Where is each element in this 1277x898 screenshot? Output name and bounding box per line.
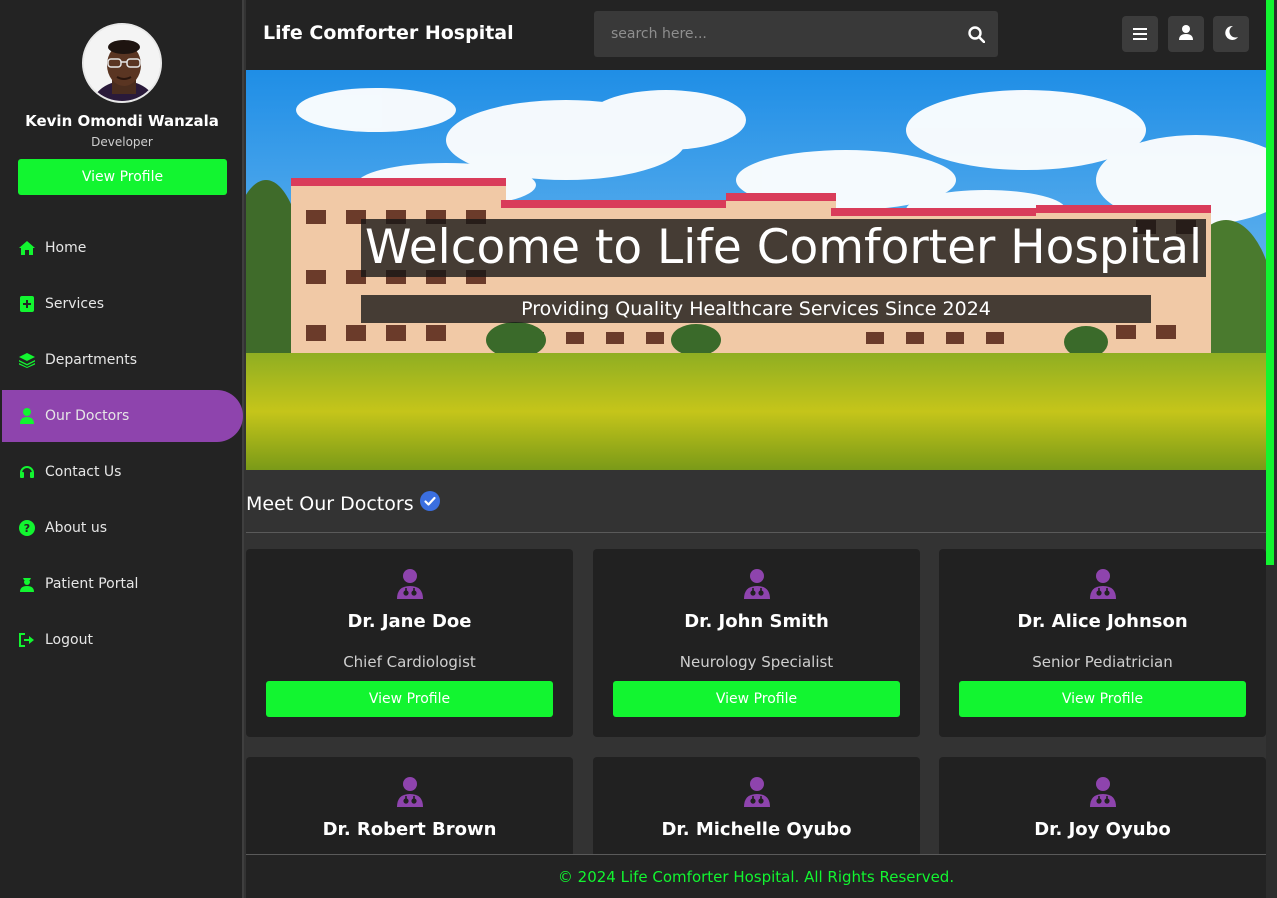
doctor-card: Dr. Alice Johnson Senior Pediatrician Vi… — [939, 549, 1266, 737]
headset-icon — [18, 463, 36, 481]
doctor-icon — [396, 777, 424, 809]
search-icon[interactable] — [966, 24, 986, 44]
scrollbar-thumb[interactable] — [1266, 0, 1274, 565]
sidebar-item-label: Our Doctors — [45, 408, 130, 424]
doctor-name: Dr. Robert Brown — [322, 819, 497, 840]
doctor-role: Senior Pediatrician — [1032, 653, 1173, 671]
verified-icon — [419, 491, 440, 516]
doctor-card: Dr. John Smith Neurology Specialist View… — [593, 549, 920, 737]
footer-text: © 2024 Life Comforter Hospital. All Righ… — [557, 867, 955, 886]
footer: © 2024 Life Comforter Hospital. All Righ… — [246, 854, 1266, 898]
doctor-icon — [396, 569, 424, 601]
section-divider — [246, 532, 1266, 533]
sidebar-item-about-us[interactable]: ? About us — [2, 502, 244, 554]
doctor-icon — [1089, 777, 1117, 809]
search-bar — [594, 11, 998, 57]
search-input[interactable] — [594, 11, 954, 57]
view-profile-button[interactable]: View Profile — [266, 681, 553, 717]
doctor-icon — [743, 569, 771, 601]
sidebar-item-label: Patient Portal — [45, 576, 139, 592]
doctor-icon — [18, 407, 36, 425]
sidebar-item-label: Services — [45, 296, 105, 312]
sidebar-item-label: Contact Us — [45, 464, 122, 480]
logout-icon — [18, 631, 36, 649]
avatar[interactable] — [82, 23, 162, 103]
sidebar-item-label: Logout — [45, 632, 93, 648]
doctor-card: Dr. Michelle Oyubo — [593, 757, 920, 857]
doctor-role: Chief Cardiologist — [343, 653, 476, 671]
user-name: Kevin Omondi Wanzala — [25, 112, 219, 130]
sidebar: Kevin Omondi Wanzala Developer View Prof… — [0, 0, 244, 898]
sidebar-item-logout[interactable]: Logout — [2, 614, 244, 666]
hero-subtitle: Providing Quality Healthcare Services Si… — [361, 295, 1151, 323]
sidebar-item-services[interactable]: Services — [2, 278, 244, 330]
section-title: Meet Our Doctors — [246, 491, 440, 516]
sidebar-item-contact-us[interactable]: Contact Us — [2, 446, 244, 498]
sidebar-item-our-doctors[interactable]: Our Doctors — [2, 390, 243, 442]
sidebar-item-departments[interactable]: Departments — [2, 334, 244, 386]
sidebar-item-patient-portal[interactable]: Patient Portal — [2, 558, 244, 610]
view-profile-button[interactable]: View Profile — [18, 159, 227, 195]
menu-toggle-button[interactable] — [1122, 16, 1158, 52]
user-nurse-icon — [18, 575, 36, 593]
moon-icon — [1224, 25, 1238, 44]
hero-banner: Welcome to Life Comforter Hospital Provi… — [246, 70, 1266, 470]
doctor-name: Dr. Alice Johnson — [1017, 611, 1188, 632]
view-profile-button[interactable]: View Profile — [959, 681, 1246, 717]
theme-toggle-button[interactable] — [1213, 16, 1249, 52]
top-bar: Life Comforter Hospital — [246, 0, 1277, 70]
sidebar-item-label: About us — [45, 520, 108, 536]
doctor-icon — [1089, 569, 1117, 601]
doctor-name: Dr. John Smith — [684, 611, 829, 632]
doctor-icon — [743, 777, 771, 809]
app-title: Life Comforter Hospital — [263, 22, 514, 44]
doctor-card: Dr. Robert Brown — [246, 757, 573, 857]
question-icon: ? — [18, 519, 36, 537]
sidebar-nav: Home Services Departments Our Doctors Co… — [2, 222, 244, 670]
user-role: Developer — [91, 135, 153, 149]
section-title-text: Meet Our Doctors — [246, 492, 414, 515]
doctor-card: Dr. Jane Doe Chief Cardiologist View Pro… — [246, 549, 573, 737]
hero-title: Welcome to Life Comforter Hospital — [361, 219, 1207, 277]
user-icon — [1179, 24, 1193, 44]
doctor-card: Dr. Joy Oyubo — [939, 757, 1266, 857]
sidebar-item-home[interactable]: Home — [2, 222, 244, 274]
sidebar-item-label: Departments — [45, 352, 138, 368]
view-profile-button[interactable]: View Profile — [613, 681, 900, 717]
menu-icon — [1133, 25, 1147, 44]
home-icon — [18, 239, 36, 257]
medical-kit-icon — [18, 295, 36, 313]
doctor-name: Dr. Jane Doe — [347, 611, 472, 632]
user-menu-button[interactable] — [1168, 16, 1204, 52]
doctor-name: Dr. Joy Oyubo — [1034, 819, 1171, 840]
sidebar-item-label: Home — [45, 240, 87, 256]
doctor-name: Dr. Michelle Oyubo — [661, 819, 852, 840]
layers-icon — [18, 351, 36, 369]
doctor-role: Neurology Specialist — [679, 653, 834, 671]
svg-text:?: ? — [24, 522, 30, 535]
